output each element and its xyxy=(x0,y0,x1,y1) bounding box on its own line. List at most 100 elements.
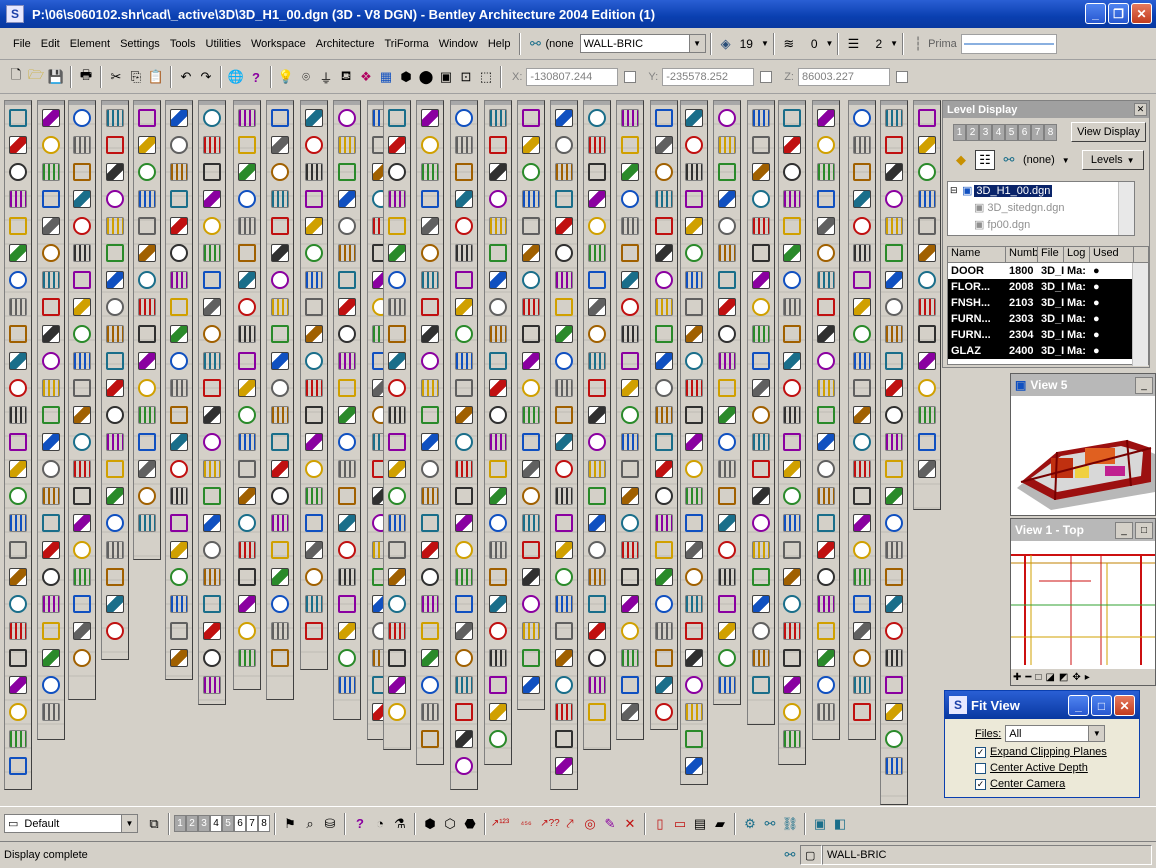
tool-button[interactable] xyxy=(885,136,903,154)
tool-button[interactable] xyxy=(106,271,124,289)
tool-button[interactable] xyxy=(588,325,606,343)
tool-button[interactable] xyxy=(718,676,736,694)
tool-button[interactable] xyxy=(685,487,703,505)
tool-button[interactable] xyxy=(555,460,573,478)
tool-button[interactable] xyxy=(170,109,188,127)
tool-button[interactable] xyxy=(918,298,936,316)
tool-button[interactable] xyxy=(718,190,736,208)
tool-button[interactable] xyxy=(73,433,91,451)
tool-button[interactable] xyxy=(783,244,801,262)
tool-button[interactable] xyxy=(238,568,256,586)
tool-button[interactable] xyxy=(588,622,606,640)
tool-button[interactable] xyxy=(685,460,703,478)
tool-button[interactable] xyxy=(421,514,439,532)
view-display-button[interactable]: View Display xyxy=(1071,122,1146,142)
tool-button[interactable] xyxy=(203,406,221,424)
tool-button[interactable] xyxy=(718,622,736,640)
palette-grip[interactable] xyxy=(234,101,260,105)
tool-button[interactable] xyxy=(489,487,507,505)
tool-button[interactable] xyxy=(588,514,606,532)
sphere-icon[interactable]: ⬤ xyxy=(416,67,436,87)
window-area-icon[interactable]: □ xyxy=(1035,672,1041,683)
restore-button[interactable]: ❐ xyxy=(1108,3,1129,24)
tool-button[interactable] xyxy=(73,325,91,343)
query-number-icon[interactable]: ↗?? xyxy=(540,814,560,834)
tool-button[interactable] xyxy=(752,595,770,613)
tool-button[interactable] xyxy=(138,514,156,532)
tool-button[interactable] xyxy=(489,109,507,127)
tool-button[interactable] xyxy=(685,433,703,451)
tool-button[interactable] xyxy=(106,487,124,505)
tool-button[interactable] xyxy=(9,217,27,235)
tool-button[interactable] xyxy=(388,163,406,181)
solid-cube-icon[interactable]: ⬢ xyxy=(420,814,440,834)
tool-button[interactable] xyxy=(170,298,188,316)
menu-settings[interactable]: Settings xyxy=(115,38,165,50)
tool-button[interactable] xyxy=(655,352,673,370)
tool-button[interactable] xyxy=(138,109,156,127)
tool-button[interactable] xyxy=(918,379,936,397)
tool-button[interactable] xyxy=(588,676,606,694)
tool-button[interactable] xyxy=(885,433,903,451)
tool-button[interactable] xyxy=(718,352,736,370)
tool-button[interactable] xyxy=(455,406,473,424)
tool-button[interactable] xyxy=(783,325,801,343)
tool-button[interactable] xyxy=(203,460,221,478)
tool-button[interactable] xyxy=(106,568,124,586)
tool-button[interactable] xyxy=(621,379,639,397)
tool-button[interactable] xyxy=(555,676,573,694)
column-header-used[interactable]: Used xyxy=(1090,247,1134,262)
menu-edit[interactable]: Edit xyxy=(36,38,65,50)
tool-button[interactable] xyxy=(718,325,736,343)
view-group-combo[interactable]: ▭ Default ▼ xyxy=(4,814,138,833)
tool-button[interactable] xyxy=(170,541,188,559)
minimize-icon[interactable]: _ xyxy=(1115,522,1133,539)
frame-icon[interactable]: ▣ xyxy=(810,814,830,834)
files-combo[interactable]: All ▼ xyxy=(1005,725,1106,742)
scroll-right-icon[interactable]: ▸ xyxy=(1085,672,1090,683)
tool-button[interactable] xyxy=(203,676,221,694)
snap-icon[interactable]: ⚯ xyxy=(780,845,800,865)
tool-button[interactable] xyxy=(489,190,507,208)
tool-button[interactable] xyxy=(9,163,27,181)
tool-button[interactable] xyxy=(718,298,736,316)
view-3-toggle[interactable]: 3 xyxy=(198,815,210,832)
tool-button[interactable] xyxy=(783,541,801,559)
tool-button[interactable] xyxy=(42,541,60,559)
tool-button[interactable] xyxy=(455,298,473,316)
tool-button[interactable] xyxy=(489,379,507,397)
tool-button[interactable] xyxy=(9,703,27,721)
tool-button[interactable] xyxy=(203,487,221,505)
tool-button[interactable] xyxy=(783,595,801,613)
tool-button[interactable] xyxy=(42,568,60,586)
tool-button[interactable] xyxy=(752,622,770,640)
tool-button[interactable] xyxy=(621,217,639,235)
tool-button[interactable] xyxy=(42,352,60,370)
tool-button[interactable] xyxy=(73,163,91,181)
tool-button[interactable] xyxy=(685,325,703,343)
tool-button[interactable] xyxy=(685,703,703,721)
tool-button[interactable] xyxy=(489,649,507,667)
tool-button[interactable] xyxy=(203,352,221,370)
minimize-button[interactable]: _ xyxy=(1085,3,1106,24)
expand-clipping-option[interactable]: ✓ Expand Clipping Planes xyxy=(975,744,1139,760)
tool-button[interactable] xyxy=(918,163,936,181)
tag-delete-icon[interactable]: ✕ xyxy=(620,814,640,834)
menu-triforma[interactable]: TriForma xyxy=(379,38,433,50)
tool-button[interactable] xyxy=(106,379,124,397)
tool-button[interactable] xyxy=(42,487,60,505)
tool-button[interactable] xyxy=(338,163,356,181)
tool-button[interactable] xyxy=(338,595,356,613)
tool-button[interactable] xyxy=(388,325,406,343)
tool-button[interactable] xyxy=(73,487,91,505)
tool-button[interactable] xyxy=(817,109,835,127)
tool-button[interactable] xyxy=(388,379,406,397)
tool-button[interactable] xyxy=(685,136,703,154)
tool-button[interactable] xyxy=(203,514,221,532)
tool-button[interactable] xyxy=(718,109,736,127)
view-1-toggle[interactable]: 1 xyxy=(174,815,186,832)
tool-button[interactable] xyxy=(338,325,356,343)
palette-grip[interactable] xyxy=(779,101,805,105)
tool-button[interactable] xyxy=(918,217,936,235)
table-row[interactable]: DOOR 1800 3D_I Ma: ● xyxy=(948,263,1148,279)
